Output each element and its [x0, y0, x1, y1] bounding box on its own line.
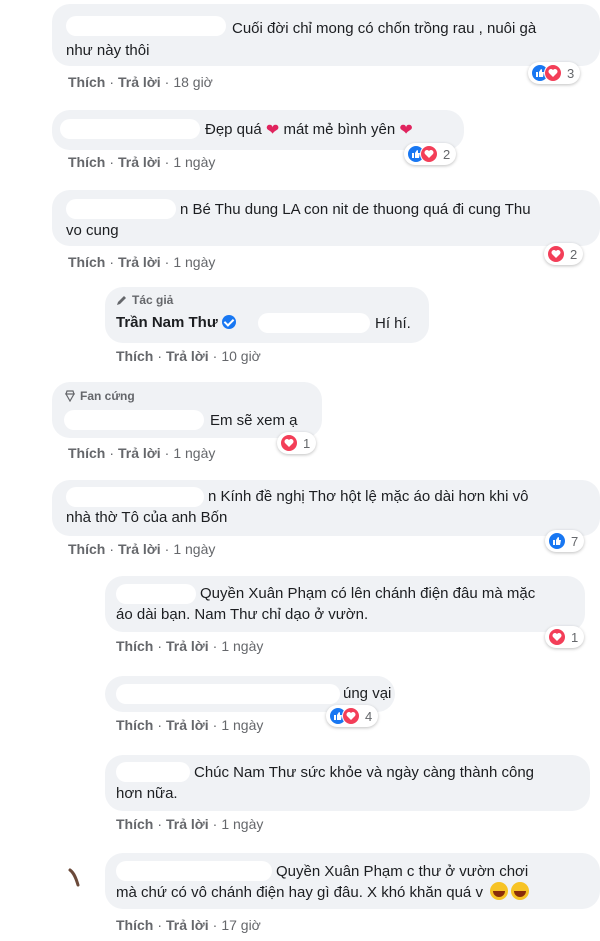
- redacted-name: [116, 584, 196, 604]
- like-link[interactable]: Thích: [68, 541, 105, 557]
- redacted-name: [116, 762, 190, 782]
- like-link[interactable]: Thích: [68, 445, 105, 461]
- reaction-count: 7: [571, 533, 579, 549]
- love-icon: [420, 145, 438, 163]
- comment-text: mà chứ có vô chánh điện hay gì đâu. X kh…: [116, 882, 530, 904]
- comment-text: Em sẽ xem ạ: [210, 412, 298, 429]
- heart-emoji-icon: ❤: [399, 122, 413, 139]
- diamond-icon: [64, 390, 76, 402]
- reactions[interactable]: 1: [277, 432, 317, 454]
- reply-link[interactable]: Trả lời: [118, 445, 161, 461]
- comment-text: áo dài bạn. Nam Thư chỉ dạo ở vườn.: [116, 606, 369, 623]
- timestamp[interactable]: 1 ngày: [173, 445, 215, 461]
- reply-link[interactable]: Trả lời: [166, 638, 209, 654]
- love-icon: [342, 707, 360, 725]
- redacted-name: [116, 684, 340, 704]
- comment-text: hơn nữa.: [116, 785, 178, 802]
- like-link[interactable]: Thích: [116, 917, 153, 933]
- reply-link[interactable]: Trả lời: [118, 74, 161, 90]
- comment-text: Quyền Xuân Phạm có lên chánh điện đâu mà…: [200, 585, 536, 602]
- love-icon: [547, 245, 565, 263]
- comment-text: úng vại: [343, 685, 392, 702]
- reaction-count: 2: [570, 246, 578, 262]
- reply-link[interactable]: Trả lời: [118, 541, 161, 557]
- heart-emoji-icon: ❤: [265, 122, 280, 139]
- reply-link[interactable]: Trả lời: [166, 717, 209, 733]
- reactions[interactable]: 1: [545, 626, 585, 648]
- comment-text: n Kính đề nghị Thơ hột lệ mặc áo dài hơn…: [208, 488, 529, 505]
- reaction-count: 1: [571, 629, 579, 645]
- laughing-emoji-icon: [511, 882, 530, 900]
- comment-actions: Thích · Trả lời · 1 ngày: [68, 254, 216, 270]
- reaction-count: 3: [567, 65, 575, 81]
- comment-actions: Thích · Trả lời · 1 ngày: [68, 541, 216, 557]
- love-icon: [544, 64, 562, 82]
- comment-text: Cuối đời chỉ mong có chốn trồng rau , nu…: [232, 20, 537, 37]
- redacted-name: [258, 313, 370, 333]
- love-icon: [548, 628, 566, 646]
- reply-link[interactable]: Trả lời: [166, 816, 209, 832]
- timestamp[interactable]: 17 giờ: [221, 917, 261, 933]
- comment-actions: Thích · Trả lời · 17 giờ: [116, 917, 261, 933]
- reply-link[interactable]: Trả lời: [166, 348, 209, 364]
- avatar[interactable]: [64, 866, 86, 888]
- comment-actions: Thích · Trả lời · 1 ngày: [116, 638, 264, 654]
- timestamp[interactable]: 1 ngày: [173, 254, 215, 270]
- love-icon: [280, 434, 298, 452]
- like-link[interactable]: Thích: [116, 717, 153, 733]
- comment-text: Chúc Nam Thư sức khỏe và ngày càng thành…: [194, 764, 534, 781]
- redacted-name: [66, 16, 226, 36]
- redacted-name: [60, 119, 200, 139]
- pencil-icon: [117, 296, 126, 305]
- author-badge: Tác giả: [116, 293, 173, 307]
- author-name[interactable]: Trần Nam Thư: [116, 314, 236, 331]
- reaction-count: 2: [443, 146, 451, 162]
- reply-link[interactable]: Trả lời: [118, 154, 161, 170]
- comment-text: Đẹp quá ❤ mát mẻ bình yên ❤: [205, 121, 413, 139]
- like-link[interactable]: Thích: [116, 348, 153, 364]
- like-link[interactable]: Thích: [116, 638, 153, 654]
- like-link[interactable]: Thích: [116, 816, 153, 832]
- reactions[interactable]: 4: [326, 705, 379, 727]
- reactions[interactable]: 2: [544, 243, 584, 265]
- laughing-emoji-icon: [490, 882, 509, 900]
- like-icon: [548, 532, 566, 550]
- verified-badge-icon: [221, 315, 236, 329]
- comment-text: nhà thờ Tô của anh Bốn: [66, 509, 228, 526]
- comment-text: n Bé Thu dung LA con nit de thuong quá đ…: [180, 201, 531, 218]
- comment-actions: Thích · Trả lời · 1 ngày: [116, 717, 264, 733]
- comment-text: Hí hí.: [375, 315, 411, 332]
- comment-actions: Thích · Trả lời · 1 ngày: [116, 816, 264, 832]
- comment-actions: Thích · Trả lời · 18 giờ: [68, 74, 213, 90]
- timestamp[interactable]: 18 giờ: [173, 74, 213, 90]
- reactions[interactable]: 7: [545, 530, 585, 552]
- comment-actions: Thích · Trả lời · 10 giờ: [116, 348, 261, 364]
- timestamp[interactable]: 1 ngày: [221, 717, 263, 733]
- timestamp[interactable]: 1 ngày: [173, 541, 215, 557]
- reactions[interactable]: 3: [528, 62, 581, 84]
- like-link[interactable]: Thích: [68, 254, 105, 270]
- timestamp[interactable]: 1 ngày: [221, 816, 263, 832]
- comment-actions: Thích · Trả lời · 1 ngày: [68, 445, 216, 461]
- timestamp[interactable]: 1 ngày: [221, 638, 263, 654]
- fan-badge: Fan cứng: [64, 389, 135, 403]
- reaction-count: 1: [303, 435, 311, 451]
- comment-text: Quyền Xuân Phạm c thư ở vườn chơi: [276, 863, 529, 880]
- like-link[interactable]: Thích: [68, 74, 105, 90]
- timestamp[interactable]: 1 ngày: [173, 154, 215, 170]
- reaction-count: 4: [365, 708, 373, 724]
- comment-text: vo cung: [66, 222, 119, 239]
- comment-actions: Thích · Trả lời · 1 ngày: [68, 154, 216, 170]
- redacted-name: [64, 410, 204, 430]
- comment-text: như này thôi: [66, 42, 150, 59]
- timestamp[interactable]: 10 giờ: [221, 348, 261, 364]
- redacted-name: [66, 199, 176, 219]
- reactions[interactable]: 2: [404, 143, 457, 165]
- redacted-name: [66, 487, 204, 507]
- like-link[interactable]: Thích: [68, 154, 105, 170]
- reply-link[interactable]: Trả lời: [118, 254, 161, 270]
- redacted-name: [116, 861, 272, 881]
- reply-link[interactable]: Trả lời: [166, 917, 209, 933]
